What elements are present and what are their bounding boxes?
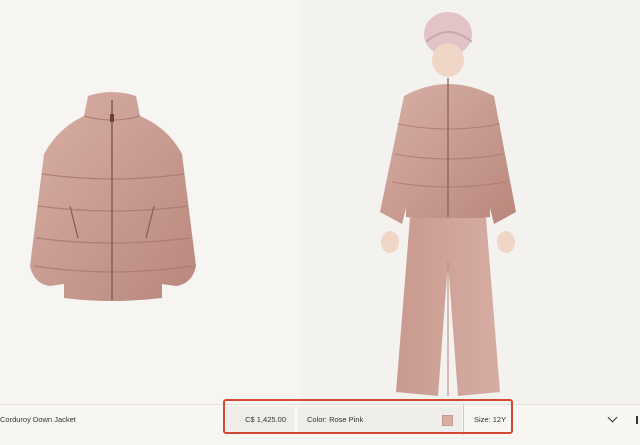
product-name: Corduroy Down Jacket [0, 415, 76, 424]
product-gallery [0, 0, 640, 404]
color-swatch-icon [442, 415, 453, 426]
model-wearing-jacket-image[interactable] [376, 12, 526, 404]
color-selector[interactable]: Color: Rose Pink [298, 407, 462, 433]
color-label: Color: Rose Pink [307, 415, 364, 424]
size-dropdown[interactable]: Size: 12Y [463, 405, 628, 435]
product-image-panel [0, 0, 300, 404]
bag-icon[interactable] [636, 416, 638, 424]
product-price: C$ 1,425.00 [226, 407, 294, 433]
chevron-down-icon [607, 412, 618, 423]
product-jacket-image[interactable] [22, 88, 202, 306]
size-label: Size: 12Y [474, 415, 507, 424]
product-sticky-bar: Corduroy Down Jacket C$ 1,425.00 Color: … [0, 404, 640, 445]
model-image-panel [300, 0, 640, 404]
